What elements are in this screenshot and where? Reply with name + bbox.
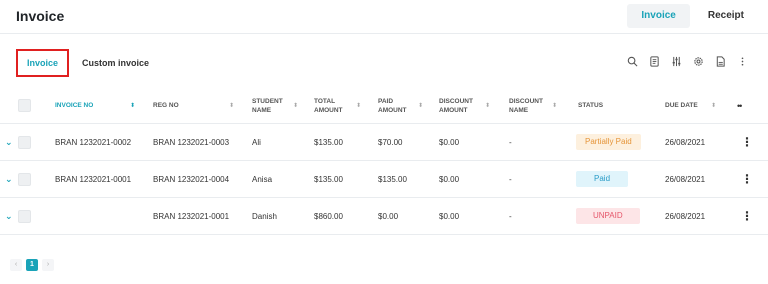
- paid-amount-cell: $70.00: [378, 137, 403, 147]
- top-tabs: Invoice Receipt: [627, 4, 758, 28]
- sort-icon[interactable]: ⬍: [418, 102, 423, 109]
- next-page-button[interactable]: ›: [42, 259, 54, 271]
- student-name-cell: Anisa: [252, 174, 273, 184]
- col-header-due-date[interactable]: DUE DATE: [665, 88, 698, 123]
- page-title: Invoice: [16, 8, 65, 24]
- student-name-cell: Ali: [252, 137, 261, 147]
- status-badge: Partially Paid: [576, 134, 641, 150]
- row-actions-icon[interactable]: ⋮: [741, 198, 753, 234]
- total-amount-cell: $135.00: [314, 174, 343, 184]
- discount-amount-cell: $0.00: [439, 137, 460, 147]
- prev-page-button[interactable]: ‹: [10, 259, 22, 271]
- status-badge: Paid: [576, 171, 629, 187]
- due-date-cell: 26/08/2021: [665, 137, 706, 147]
- sort-icon[interactable]: ⬍: [711, 102, 716, 109]
- sort-icon[interactable]: ⬍: [229, 102, 234, 109]
- status-cell: Paid: [576, 161, 629, 197]
- table-row[interactable]: ⌄ BRAN 1232021-0002 BRAN 1232021-0003 Al…: [0, 124, 768, 161]
- pagination: ‹ 1 ›: [10, 259, 54, 271]
- due-date-cell: 26/08/2021: [665, 211, 706, 221]
- status-cell: Partially Paid: [576, 124, 641, 160]
- col-header-reg-no[interactable]: REG NO: [153, 88, 179, 123]
- column-settings-icon[interactable]: ••: [737, 88, 742, 123]
- discount-amount-cell: $0.00: [439, 174, 460, 184]
- tab-receipt[interactable]: Receipt: [694, 4, 758, 28]
- sort-icon[interactable]: ⬍: [293, 102, 298, 109]
- sliders-icon[interactable]: [670, 55, 682, 67]
- invoice-no-cell: BRAN 1232021-0001: [55, 174, 132, 184]
- search-icon[interactable]: [626, 55, 638, 67]
- due-date-cell: 26/08/2021: [665, 174, 706, 184]
- table-header-row: INVOICE NO ⬍ REG NO ⬍ STUDENT NAME ⬍ TOT…: [0, 88, 768, 124]
- discount-name-cell: -: [509, 137, 512, 147]
- sort-icon[interactable]: ⬍: [130, 102, 135, 109]
- reg-no-cell: BRAN 1232021-0004: [153, 174, 230, 184]
- status-cell: UNPAID: [576, 198, 640, 234]
- sort-icon[interactable]: ⬍: [356, 102, 361, 109]
- document-list-icon[interactable]: [648, 55, 660, 67]
- total-amount-cell: $860.00: [314, 211, 343, 221]
- col-header-status[interactable]: STATUS: [578, 88, 603, 123]
- invoice-no-cell: BRAN 1232021-0002: [55, 137, 132, 147]
- page-header: Invoice Invoice Receipt: [0, 0, 768, 34]
- sort-icon[interactable]: ⬍: [552, 102, 557, 109]
- subtab-invoice[interactable]: Invoice: [16, 49, 69, 77]
- col-header-discount-amount[interactable]: DISCOUNT AMOUNT: [439, 88, 479, 123]
- paid-amount-cell: $0.00: [378, 211, 399, 221]
- expand-chevron-icon[interactable]: ⌄: [5, 198, 13, 234]
- col-header-student-name[interactable]: STUDENT NAME: [252, 88, 292, 123]
- col-header-discount-name[interactable]: DISCOUNT NAME: [509, 88, 549, 123]
- row-checkbox[interactable]: [18, 198, 31, 234]
- invoice-table: INVOICE NO ⬍ REG NO ⬍ STUDENT NAME ⬍ TOT…: [0, 88, 768, 235]
- expand-chevron-icon[interactable]: ⌄: [5, 124, 13, 160]
- expand-chevron-icon[interactable]: ⌄: [5, 161, 13, 197]
- col-header-invoice-no[interactable]: INVOICE NO: [55, 88, 93, 123]
- export-document-icon[interactable]: [714, 55, 726, 67]
- student-name-cell: Danish: [252, 211, 277, 221]
- discount-name-cell: -: [509, 174, 512, 184]
- gear-icon[interactable]: [692, 55, 704, 67]
- row-actions-icon[interactable]: ⋮: [741, 161, 753, 197]
- subtab-custom-invoice[interactable]: Custom invoice: [82, 58, 149, 68]
- row-checkbox[interactable]: [18, 161, 31, 197]
- row-actions-icon[interactable]: ⋮: [741, 124, 753, 160]
- more-vertical-icon[interactable]: [736, 55, 748, 67]
- sort-icon[interactable]: ⬍: [485, 102, 490, 109]
- total-amount-cell: $135.00: [314, 137, 343, 147]
- reg-no-cell: BRAN 1232021-0003: [153, 137, 230, 147]
- page-1-button[interactable]: 1: [26, 259, 38, 271]
- paid-amount-cell: $135.00: [378, 174, 407, 184]
- status-badge: UNPAID: [576, 208, 640, 224]
- table-row[interactable]: ⌄ BRAN 1232021-0001 BRAN 1232021-0004 An…: [0, 161, 768, 198]
- discount-amount-cell: $0.00: [439, 211, 460, 221]
- col-header-total-amount[interactable]: TOTAL AMOUNT: [314, 88, 354, 123]
- table-row[interactable]: ⌄ BRAN 1232021-0001 Danish $860.00 $0.00…: [0, 198, 768, 235]
- table-toolbar: [626, 55, 748, 67]
- col-header-paid-amount[interactable]: PAID AMOUNT: [378, 88, 414, 123]
- discount-name-cell: -: [509, 211, 512, 221]
- reg-no-cell: BRAN 1232021-0001: [153, 211, 230, 221]
- sub-tabs: Invoice Custom invoice: [16, 49, 149, 77]
- row-checkbox[interactable]: [18, 124, 31, 160]
- select-all-checkbox[interactable]: [18, 88, 31, 123]
- tab-invoice[interactable]: Invoice: [627, 4, 690, 28]
